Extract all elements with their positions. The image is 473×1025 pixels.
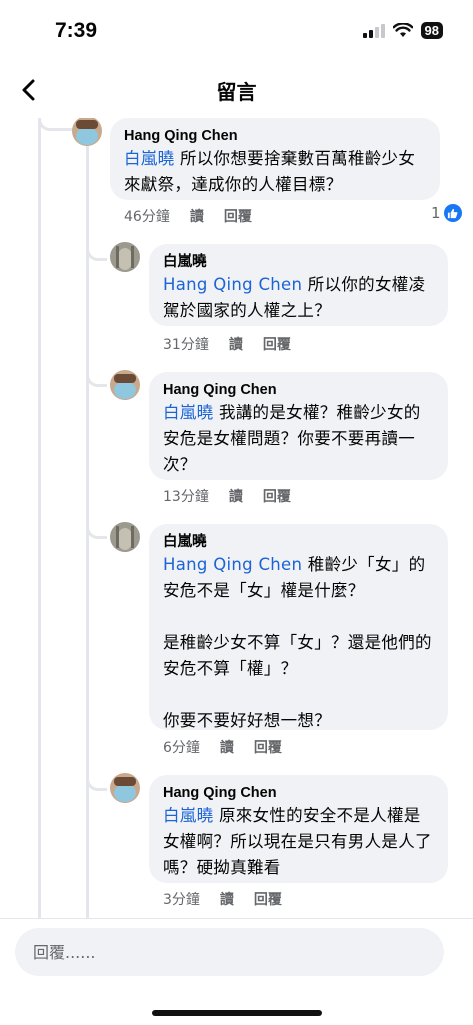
page-title: 留言 <box>216 80 257 104</box>
mention-link[interactable]: Hang Qing Chen <box>163 275 302 294</box>
avatar[interactable] <box>110 242 140 272</box>
reply-button[interactable]: 回覆 <box>254 889 282 909</box>
comment-actions: 46分鐘 讀 回覆 <box>124 206 252 226</box>
comment-bubble[interactable]: Hang Qing Chen 白嵐曉 所以你想要捨棄數百萬稚齡少女來獻祭，達成你… <box>110 118 440 200</box>
comment-author[interactable]: 白嵐曉 <box>163 252 434 272</box>
avatar[interactable] <box>110 522 140 552</box>
comment-bubble[interactable]: 白嵐曉 Hang Qing Chen 所以你的女權凌駕於國家的人權之上？ <box>149 244 448 326</box>
comment-thread[interactable]: Hang Qing Chen 白嵐曉 所以你想要捨棄數百萬稚齡少女來獻祭，達成你… <box>0 118 473 918</box>
avatar[interactable] <box>110 370 140 400</box>
comment-bubble[interactable]: 白嵐曉 Hang Qing Chen 稚齡少「女」的安危不是「女」權是什麼？ 是… <box>149 524 448 730</box>
avatar[interactable] <box>110 773 140 803</box>
wifi-icon <box>392 23 413 37</box>
reply-input[interactable] <box>15 928 444 976</box>
comment-author[interactable]: Hang Qing Chen <box>124 126 426 146</box>
comment-text: Hang Qing Chen 稚齡少「女」的安危不是「女」權是什麼？ 是稚齡少女… <box>163 555 432 730</box>
status-icons: 98 <box>362 22 443 39</box>
read-button[interactable]: 讀 <box>190 206 204 226</box>
comment-time: 3分鐘 <box>163 892 200 908</box>
read-button[interactable]: 讀 <box>229 486 243 506</box>
reply-button[interactable]: 回覆 <box>263 334 291 354</box>
status-time: 7:39 <box>55 19 98 42</box>
comment-actions: 3分鐘 讀 回覆 <box>163 889 282 909</box>
comment-text: 白嵐曉 我講的是女權？稚齡少女的安危是女權問題？你要不要再讀一次？ <box>163 403 421 474</box>
comment-actions: 31分鐘 讀 回覆 <box>163 334 291 354</box>
thread-line-inner <box>86 118 89 918</box>
status-bar: 7:39 98 <box>0 0 473 62</box>
read-button[interactable]: 讀 <box>229 334 243 354</box>
read-button[interactable]: 讀 <box>220 737 234 757</box>
mention-link[interactable]: 白嵐曉 <box>163 806 213 825</box>
comment-bubble[interactable]: Hang Qing Chen 白嵐曉 我講的是女權？稚齡少女的安危是女權問題？你… <box>149 372 448 480</box>
home-indicator <box>152 1010 322 1016</box>
mention-link[interactable]: 白嵐曉 <box>163 403 213 422</box>
comment-text: 白嵐曉 所以你想要捨棄數百萬稚齡少女來獻祭，達成你的人權目標？ <box>124 149 416 194</box>
mention-link[interactable]: Hang Qing Chen <box>163 555 302 574</box>
reaction-count[interactable]: 1 <box>431 204 462 222</box>
mention-link[interactable]: 白嵐曉 <box>124 149 174 168</box>
cellular-signal-icon <box>362 23 385 38</box>
comment-time: 6分鐘 <box>163 740 200 756</box>
thread-connector <box>86 772 107 791</box>
comment-author[interactable]: 白嵐曉 <box>163 532 434 552</box>
read-button[interactable]: 讀 <box>220 889 234 909</box>
thread-line-outer <box>38 118 41 918</box>
comment-time: 13分鐘 <box>163 489 209 505</box>
comment-text: Hang Qing Chen 所以你的女權凌駕於國家的人權之上？ <box>163 275 426 320</box>
comment-text: 白嵐曉 原來女性的安全不是人權是女權啊？所以現在是只有男人是人了嗎？硬拗真難看 <box>163 806 432 877</box>
reply-button[interactable]: 回覆 <box>254 737 282 757</box>
reply-button[interactable]: 回覆 <box>224 206 252 226</box>
thread-connector <box>86 520 107 539</box>
reply-composer <box>0 918 473 1025</box>
thread-connector <box>86 368 107 387</box>
comment-author[interactable]: Hang Qing Chen <box>163 380 434 400</box>
comment-actions: 6分鐘 讀 回覆 <box>163 737 282 757</box>
nav-header: 留言 <box>0 62 473 118</box>
comment-actions: 13分鐘 讀 回覆 <box>163 486 291 506</box>
thumbs-up-icon <box>443 204 462 222</box>
battery-icon: 98 <box>420 22 443 39</box>
comment-time: 31分鐘 <box>163 337 209 353</box>
comment-author[interactable]: Hang Qing Chen <box>163 783 434 803</box>
comment-time: 46分鐘 <box>124 209 170 225</box>
comment-bubble[interactable]: Hang Qing Chen 白嵐曉 原來女性的安全不是人權是女權啊？所以現在是… <box>149 775 448 883</box>
thread-connector <box>38 118 75 131</box>
reply-button[interactable]: 回覆 <box>263 486 291 506</box>
thread-connector <box>86 242 107 261</box>
avatar[interactable] <box>72 118 102 146</box>
